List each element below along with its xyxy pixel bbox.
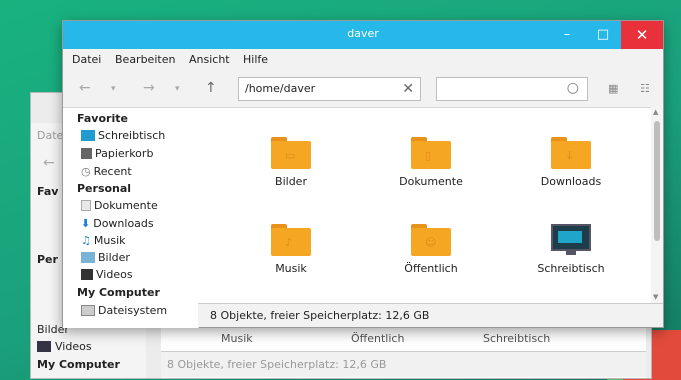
video-icon [81, 269, 93, 280]
file-item-schreibtisch[interactable]: Schreibtisch [516, 224, 626, 275]
background-menu-fragment: Date [37, 129, 64, 142]
menu-datei[interactable]: Datei [72, 53, 101, 66]
sidebar-item-videos[interactable]: Videos [81, 268, 133, 281]
file-view[interactable]: ▭ Bilder ▯ Dokumente ↓ Downloads ♪ Musik… [198, 107, 651, 304]
background-file-label: Schreibtisch [483, 332, 551, 345]
download-arrow-icon: ⬇ [81, 217, 91, 230]
document-icon [81, 200, 91, 211]
sidebar-item-downloads[interactable]: ⬇ Downloads [81, 217, 154, 230]
maximize-button[interactable]: □ [585, 21, 621, 49]
sidebar-heading-favorites: Favorite [77, 112, 128, 125]
trash-icon [81, 148, 92, 159]
background-back-icon: ← [43, 155, 55, 171]
sidebar-item-recent[interactable]: ◷ Recent [81, 165, 132, 178]
folder-music-icon: ♪ [271, 224, 311, 256]
file-label: Musik [275, 262, 307, 275]
back-history-chevron-icon[interactable]: ▾ [111, 84, 116, 94]
file-manager-window[interactable]: daver – □ ✕ Datei Bearbeiten Ansicht Hil… [62, 20, 664, 328]
sidebar-item-bilder[interactable]: Bilder [81, 251, 130, 264]
background-sidebar-heading: Fav [37, 185, 59, 198]
background-sidebar-item: Videos [37, 340, 92, 353]
clock-icon: ◷ [81, 165, 91, 178]
sidebar-item-dokumente[interactable]: Dokumente [81, 199, 158, 212]
list-view-icon[interactable]: ☷ [640, 82, 650, 95]
close-button[interactable]: ✕ [621, 21, 663, 49]
videos-icon [37, 341, 51, 352]
file-item-oeffentlich[interactable]: ☺ Öffentlich [376, 224, 486, 275]
file-label: Downloads [540, 175, 602, 188]
desktop-icon [81, 130, 95, 141]
file-item-musik[interactable]: ♪ Musik [236, 224, 346, 275]
menu-hilfe[interactable]: Hilfe [243, 53, 268, 66]
background-file-label: Öffentlich [351, 332, 405, 345]
file-label: Dokumente [399, 175, 463, 188]
forward-icon[interactable]: → [143, 80, 155, 96]
background-sidebar-heading: Per [37, 253, 58, 266]
scroll-down-icon[interactable]: ▼ [653, 293, 658, 301]
clear-icon[interactable]: ✕ [402, 78, 414, 100]
sidebar-item-schreibtisch[interactable]: Schreibtisch [81, 129, 165, 142]
file-item-dokumente[interactable]: ▯ Dokumente [376, 137, 486, 188]
up-icon[interactable]: ↑ [205, 80, 217, 96]
file-item-downloads[interactable]: ↓ Downloads [516, 137, 626, 188]
minimize-button[interactable]: – [549, 21, 585, 49]
sidebar-heading-personal: Personal [77, 182, 132, 195]
forward-history-chevron-icon[interactable]: ▾ [175, 84, 180, 94]
menu-bearbeiten[interactable]: Bearbeiten [115, 53, 175, 66]
folder-documents-icon: ▯ [411, 137, 451, 169]
toolbar: ← ▾ → ▾ ↑ /home/daver ✕ ○ ▦ ☷ [63, 71, 663, 107]
vertical-scrollbar[interactable]: ▲ ▼ [651, 107, 663, 303]
grid-view-icon[interactable]: ▦ [608, 82, 618, 95]
sidebar-item-musik[interactable]: ♫ Musik [81, 234, 126, 247]
back-icon[interactable]: ← [79, 80, 91, 96]
sidebar-item-dateisystem[interactable]: Dateisystem [81, 304, 167, 317]
sidebar-heading-computer: My Computer [77, 286, 160, 299]
file-label: Bilder [275, 175, 307, 188]
file-label: Schreibtisch [537, 262, 605, 275]
search-icon[interactable]: ○ [567, 80, 579, 96]
file-label: Öffentlich [404, 262, 458, 275]
path-input[interactable]: /home/daver ✕ [238, 77, 421, 101]
folder-public-icon: ☺ [411, 224, 451, 256]
path-value: /home/daver [245, 82, 316, 95]
background-status-bar: 8 Objekte, freier Speicherplatz: 12,6 GB [161, 351, 646, 377]
sidebar-item-papierkorb[interactable]: Papierkorb [81, 147, 153, 160]
menu-bar: Datei Bearbeiten Ansicht Hilfe [63, 49, 663, 71]
drive-icon [81, 305, 95, 316]
music-icon: ♫ [81, 234, 91, 247]
scroll-up-icon[interactable]: ▲ [653, 108, 658, 116]
search-input[interactable]: ○ [436, 77, 588, 101]
sidebar: Favorite Schreibtisch Papierkorb ◷ Recen… [63, 107, 199, 328]
background-file-label: Musik [221, 332, 253, 345]
title-bar[interactable]: daver – □ ✕ [63, 21, 663, 49]
folder-pictures-icon: ▭ [271, 137, 311, 169]
background-sidebar-heading: My Computer [37, 358, 120, 371]
picture-icon [81, 252, 95, 263]
menu-ansicht[interactable]: Ansicht [189, 53, 230, 66]
desktop-icon [551, 224, 591, 256]
status-bar: 8 Objekte, freier Speicherplatz: 12,6 GB [198, 303, 663, 327]
file-item-bilder[interactable]: ▭ Bilder [236, 137, 346, 188]
scrollbar-thumb[interactable] [654, 121, 660, 241]
folder-downloads-icon: ↓ [551, 137, 591, 169]
